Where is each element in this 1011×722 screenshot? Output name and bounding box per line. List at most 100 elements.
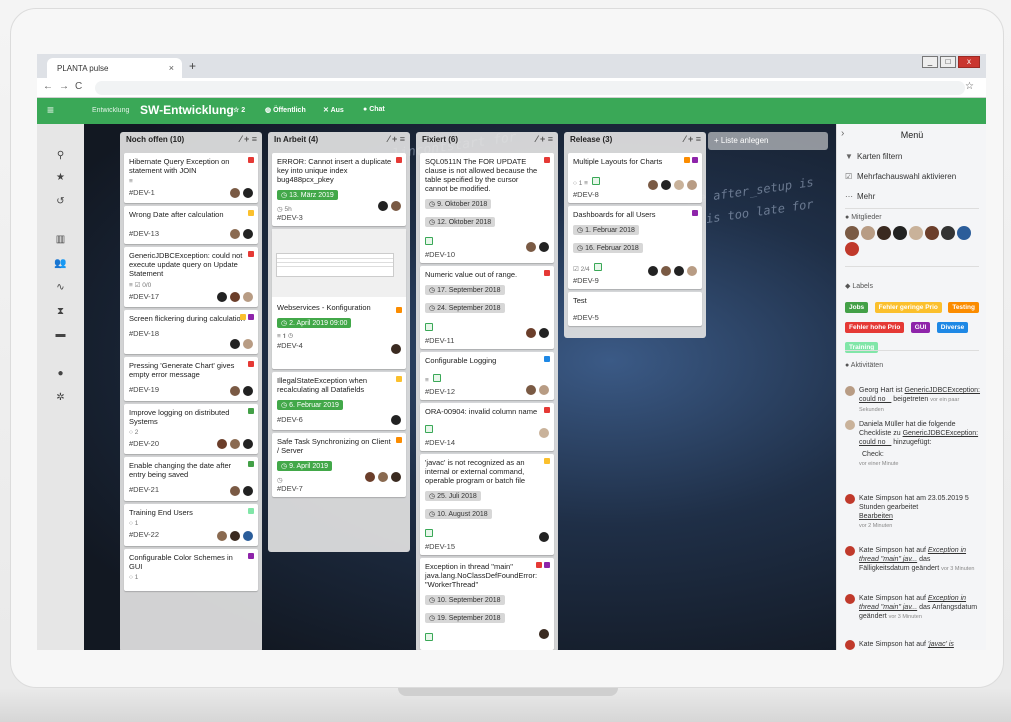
user-icon[interactable]: ● — [37, 368, 84, 379]
settings-icon[interactable]: ✲ — [37, 392, 84, 403]
add-list-button[interactable]: + Liste anlegen — [708, 132, 828, 150]
list-title[interactable]: Noch offen (10) — [126, 135, 184, 144]
list-actions-icon[interactable]: ⁄ + ≡ — [388, 134, 405, 144]
hourglass-icon[interactable]: ⧗ — [37, 306, 84, 317]
avatar[interactable] — [877, 226, 891, 240]
card[interactable]: Webservices - Konfiguration ◷ 2. April 2… — [272, 229, 406, 369]
due-date-badge[interactable]: ◷ 24. September 2018 — [425, 303, 505, 313]
bookmark-star-icon[interactable]: ☆ — [965, 81, 974, 92]
search-icon[interactable]: ⚲ — [37, 150, 84, 161]
avatar[interactable] — [861, 226, 875, 240]
more-item[interactable]: ⋯ Mehr — [845, 192, 875, 201]
card[interactable]: Pressing 'Generate Chart' gives empty er… — [124, 357, 258, 401]
due-date: 2. April 2019 09:00 — [289, 320, 348, 327]
divider — [845, 350, 979, 351]
board-icon[interactable]: ▥ — [37, 234, 84, 245]
browser-tab[interactable]: PLANTA pulse × — [47, 58, 182, 78]
board-title[interactable]: SW-Entwicklung — [140, 103, 234, 117]
card[interactable]: Exception in thread "main" java.lang.NoC… — [420, 558, 554, 650]
description-icon: ≡ — [425, 377, 429, 384]
notifications-button[interactable]: ✕ Aus — [323, 106, 344, 114]
star-count[interactable]: ☆ 2 — [233, 106, 245, 114]
archive-icon[interactable]: ▬ — [37, 329, 84, 340]
card[interactable]: GenericJDBCException: could not execute … — [124, 247, 258, 307]
list-actions-icon[interactable]: ⁄ + ≡ — [684, 134, 701, 144]
activity-link[interactable]: 'javac' is — [928, 641, 954, 648]
multi-select-item[interactable]: ☑ Mehrfachauswahl aktivieren — [845, 172, 956, 181]
label-chip[interactable]: Jobs — [845, 302, 869, 313]
card[interactable]: ERROR: Cannot insert a duplicate key int… — [272, 153, 406, 226]
card[interactable]: Test #DEV-5 — [568, 292, 702, 326]
activity-link[interactable]: Bearbeiten — [859, 513, 893, 520]
due-date-badge[interactable]: ◷ 13. März 2019 — [277, 190, 338, 200]
url-input[interactable] — [95, 81, 965, 95]
maximize-button[interactable]: □ — [940, 56, 956, 68]
list-actions-icon[interactable]: ⁄ + ≡ — [536, 134, 553, 144]
breadcrumb[interactable]: Entwicklung — [92, 107, 129, 114]
star-icon[interactable]: ★ — [37, 172, 84, 183]
filter-cards-item[interactable]: ▼ Karten filtern — [845, 152, 902, 161]
card[interactable]: Dashboards for all Users ◷ 1. Februar 20… — [568, 206, 702, 289]
card[interactable]: Training End Users ○ 1 #DEV-22 — [124, 504, 258, 546]
avatar[interactable] — [845, 226, 859, 240]
card[interactable]: Wrong Date after calculation #DEV-13 — [124, 206, 258, 244]
label-chip[interactable]: Training — [845, 342, 879, 353]
due-date-badge[interactable]: ◷ 2. April 2019 09:00 — [277, 318, 352, 328]
avatar[interactable] — [845, 242, 859, 256]
start-date-badge[interactable]: ◷ 25. Juli 2018 — [425, 491, 481, 501]
card[interactable]: Hibernate Query Exception on statement w… — [124, 153, 258, 203]
due-date-badge[interactable]: ◷ 9. April 2019 — [277, 461, 332, 471]
label-chip[interactable]: Diverse — [936, 322, 969, 333]
label-chip[interactable]: GUI — [910, 322, 931, 333]
start-date-badge[interactable]: ◷ 1. Februar 2018 — [573, 225, 639, 235]
start-date-badge[interactable]: ◷ 9. Oktober 2018 — [425, 199, 492, 209]
visibility-button[interactable]: ◍ Öffentlich — [265, 106, 306, 114]
label-chip[interactable]: Testing — [948, 302, 979, 313]
back-icon[interactable]: ← — [43, 81, 53, 92]
avatar[interactable] — [941, 226, 955, 240]
start-date-badge[interactable]: ◷ 17. September 2018 — [425, 285, 505, 295]
card[interactable]: Multiple Layouts for Charts ○ 1 ≡ #DEV-8 — [568, 153, 702, 203]
label-chip[interactable]: Fehler hohe Prio — [845, 322, 905, 333]
due-date-badge[interactable]: ◷ 19. September 2018 — [425, 613, 505, 623]
activity-time: vor einer Minute — [859, 461, 899, 467]
list-title[interactable]: Release (3) — [570, 135, 612, 144]
card[interactable]: ORA-00904: invalid column name #DEV-14 — [420, 403, 554, 451]
card[interactable]: Configurable Color Schemes in GUI ○ 1 — [124, 549, 258, 591]
due-date-badge[interactable]: ◷ 12. Oktober 2018 — [425, 217, 496, 227]
list-title[interactable]: Fixiert (6) — [422, 135, 458, 144]
list-title[interactable]: In Arbeit (4) — [274, 135, 318, 144]
label-chip[interactable]: Fehler geringe Prio — [874, 302, 942, 313]
pulse-icon[interactable]: ∿ — [37, 282, 84, 293]
card[interactable]: Improve logging on distributed Systems ○… — [124, 404, 258, 454]
card[interactable]: 'javac' is not recognized as an internal… — [420, 454, 554, 555]
avatar[interactable] — [925, 226, 939, 240]
forward-icon[interactable]: → — [59, 81, 69, 92]
chat-button[interactable]: ● Chat — [363, 106, 385, 113]
card[interactable]: Screen flickering during calculation #DE… — [124, 310, 258, 354]
members-heading: ● Mitglieder — [845, 214, 882, 221]
team-icon[interactable]: 👥 — [37, 258, 84, 269]
card[interactable]: SQL0511N The FOR UPDATE clause is not al… — [420, 153, 554, 263]
due-date-badge[interactable]: ◷ 6. Februar 2019 — [277, 400, 343, 410]
due-date-badge[interactable]: ◷ 10. August 2018 — [425, 509, 492, 519]
card[interactable]: Numeric value out of range. ◷ 17. Septem… — [420, 266, 554, 349]
avatar[interactable] — [909, 226, 923, 240]
tab-close-icon[interactable]: × — [169, 63, 174, 73]
window-controls: _ □ x — [922, 56, 980, 68]
list-actions-icon[interactable]: ⁄ + ≡ — [240, 134, 257, 144]
avatar[interactable] — [957, 226, 971, 240]
avatar[interactable] — [893, 226, 907, 240]
card[interactable]: Configurable Logging ≡ #DEV-12 — [420, 352, 554, 400]
minimize-button[interactable]: _ — [922, 56, 938, 68]
reload-icon[interactable]: C — [75, 81, 82, 92]
card[interactable]: Safe Task Synchronizing on Client / Serv… — [272, 433, 406, 497]
card[interactable]: Enable changing the date after entry bei… — [124, 457, 258, 501]
card[interactable]: IllegalStateException when recalculating… — [272, 372, 406, 430]
start-date-badge[interactable]: ◷ 10. September 2018 — [425, 595, 505, 605]
due-date-badge[interactable]: ◷ 16. Februar 2018 — [573, 243, 643, 253]
close-window-button[interactable]: x — [958, 56, 980, 68]
hamburger-menu-icon[interactable]: ≡ — [47, 103, 54, 117]
new-tab-button[interactable]: + — [189, 59, 196, 73]
history-icon[interactable]: ↺ — [37, 196, 84, 207]
